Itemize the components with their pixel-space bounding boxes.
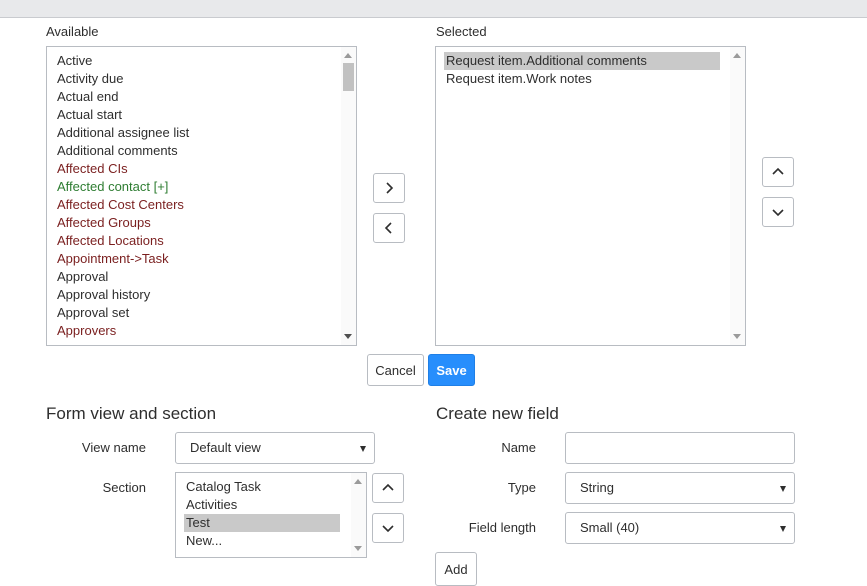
available-option[interactable]: Additional comments xyxy=(57,142,178,160)
available-scrollbar[interactable] xyxy=(341,47,356,345)
field-length-label: Field length xyxy=(468,520,536,535)
chevron-up-icon xyxy=(382,483,394,491)
dropdown-caret-icon xyxy=(360,446,366,452)
section-option[interactable]: Test xyxy=(184,514,340,532)
chevron-left-icon xyxy=(384,222,392,234)
chevron-down-icon xyxy=(382,525,394,533)
cancel-button[interactable]: Cancel xyxy=(367,354,424,386)
available-option[interactable]: Appointment->Task xyxy=(57,250,169,268)
available-option[interactable]: Affected Locations xyxy=(57,232,164,250)
selected-label: Selected xyxy=(436,24,487,39)
selected-option[interactable]: Request item.Work notes xyxy=(446,70,592,88)
section-option[interactable]: Activities xyxy=(186,496,237,514)
section-move-up-button[interactable] xyxy=(372,473,404,503)
field-type-value: String xyxy=(580,480,614,495)
available-option[interactable]: Approval xyxy=(57,268,108,286)
field-name-label: Name xyxy=(501,440,536,455)
remove-from-selected-button[interactable] xyxy=(373,213,405,243)
available-option[interactable]: Actual end xyxy=(57,88,118,106)
available-option[interactable]: Approvers xyxy=(57,322,116,340)
dropdown-caret-icon xyxy=(780,486,786,492)
available-option[interactable]: Approval history xyxy=(57,286,150,304)
view-name-label: View name xyxy=(81,440,146,455)
available-option[interactable]: Affected CIs xyxy=(57,160,128,178)
selected-option[interactable]: Request item.Additional comments xyxy=(444,52,720,70)
add-to-selected-button[interactable] xyxy=(373,173,405,203)
scroll-down-arrow-icon[interactable] xyxy=(344,334,352,339)
available-option[interactable]: Affected Cost Centers xyxy=(57,196,184,214)
available-label: Available xyxy=(46,24,99,39)
available-option[interactable]: Actual start xyxy=(57,106,122,124)
top-bar xyxy=(0,0,867,18)
available-option[interactable]: Additional assignee list xyxy=(57,124,189,142)
view-name-select[interactable]: Default view xyxy=(175,432,375,464)
field-type-select[interactable]: String xyxy=(565,472,795,504)
scroll-thumb[interactable] xyxy=(343,63,354,91)
scroll-up-arrow-icon[interactable] xyxy=(344,53,352,58)
field-type-label: Type xyxy=(507,480,536,495)
view-name-value: Default view xyxy=(190,440,261,455)
field-length-value: Small (40) xyxy=(580,520,640,535)
field-name-input[interactable] xyxy=(565,432,795,464)
available-list[interactable]: Active Activity due Actual end Actual start… xyxy=(46,46,357,346)
scroll-up-arrow-icon[interactable] xyxy=(733,53,741,58)
section-move-down-button[interactable] xyxy=(372,513,404,543)
move-down-button[interactable] xyxy=(762,197,794,227)
selected-scrollbar[interactable] xyxy=(730,47,745,345)
available-option[interactable]: Affected contact [+] xyxy=(57,178,168,196)
selected-list[interactable]: Request item.Additional comments Request … xyxy=(435,46,746,346)
section-option[interactable]: New... xyxy=(186,532,222,550)
chevron-down-icon xyxy=(772,209,784,217)
chevron-right-icon xyxy=(386,182,394,194)
section-scrollbar[interactable] xyxy=(351,473,366,557)
scroll-down-arrow-icon[interactable] xyxy=(733,334,741,339)
field-length-select[interactable]: Small (40) xyxy=(565,512,795,544)
move-up-button[interactable] xyxy=(762,157,794,187)
save-button[interactable]: Save xyxy=(428,354,475,386)
dropdown-caret-icon xyxy=(780,526,786,532)
chevron-up-icon xyxy=(772,167,784,175)
create-field-heading: Create new field xyxy=(436,404,559,423)
section-option[interactable]: Catalog Task xyxy=(186,478,261,496)
section-label: Section xyxy=(102,480,146,495)
form-view-heading: Form view and section xyxy=(46,404,217,423)
available-option[interactable]: Affected Groups xyxy=(57,214,151,232)
scroll-up-arrow-icon[interactable] xyxy=(354,479,362,484)
available-option[interactable]: Activity due xyxy=(57,70,123,88)
section-list[interactable]: Catalog Task Activities Test New... xyxy=(175,472,367,558)
available-option[interactable]: Approval set xyxy=(57,304,129,322)
scroll-down-arrow-icon[interactable] xyxy=(354,546,362,551)
available-option[interactable]: Active xyxy=(57,52,92,70)
